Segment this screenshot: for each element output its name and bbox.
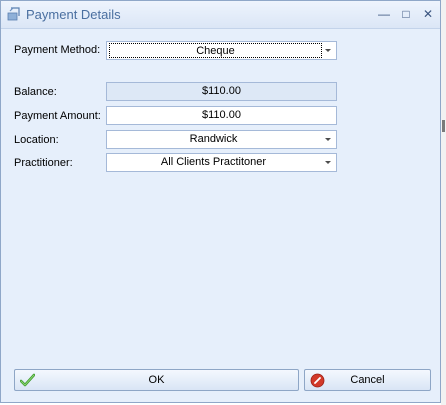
cancel-button[interactable]: Cancel <box>304 369 431 391</box>
practitioner-dropdown[interactable]: All Clients Practitoner <box>106 153 337 172</box>
balance-field: $110.00 <box>106 82 337 101</box>
balance-value: $110.00 <box>202 85 241 97</box>
payment-amount-input[interactable]: $110.00 <box>106 106 337 125</box>
payment-app-icon <box>7 7 20 21</box>
cancel-button-label: Cancel <box>350 374 385 386</box>
payment-method-label: Payment Method: <box>14 44 101 56</box>
practitioner-label: Practitioner: <box>14 157 73 169</box>
payment-details-dialog: Payment Details — □ ✕ Payment Method: Ch… <box>0 0 441 403</box>
practitioner-value: All Clients Practitoner <box>160 156 267 168</box>
background-window-edge <box>441 0 446 405</box>
location-dropdown[interactable]: Randwick <box>106 130 337 149</box>
chevron-down-icon[interactable] <box>323 131 333 148</box>
balance-label: Balance: <box>14 86 57 98</box>
window-title: Payment Details <box>26 7 121 22</box>
ok-button[interactable]: OK <box>14 369 299 391</box>
background-scroll-marker <box>442 120 445 132</box>
payment-method-dropdown[interactable]: Cheque <box>106 41 337 60</box>
location-value: Randwick <box>189 133 238 145</box>
location-label: Location: <box>14 134 59 146</box>
maximize-button[interactable]: □ <box>397 6 415 22</box>
chevron-down-icon[interactable] <box>323 154 333 171</box>
close-button[interactable]: ✕ <box>419 6 437 22</box>
chevron-down-icon[interactable] <box>323 42 333 59</box>
ok-button-label: OK <box>148 374 165 386</box>
payment-amount-label: Payment Amount: <box>14 110 101 122</box>
payment-method-value: Cheque <box>109 43 322 58</box>
title-bar[interactable]: Payment Details — □ ✕ <box>1 1 440 29</box>
payment-amount-value: $110.00 <box>202 109 241 121</box>
minimize-button[interactable]: — <box>375 6 393 22</box>
